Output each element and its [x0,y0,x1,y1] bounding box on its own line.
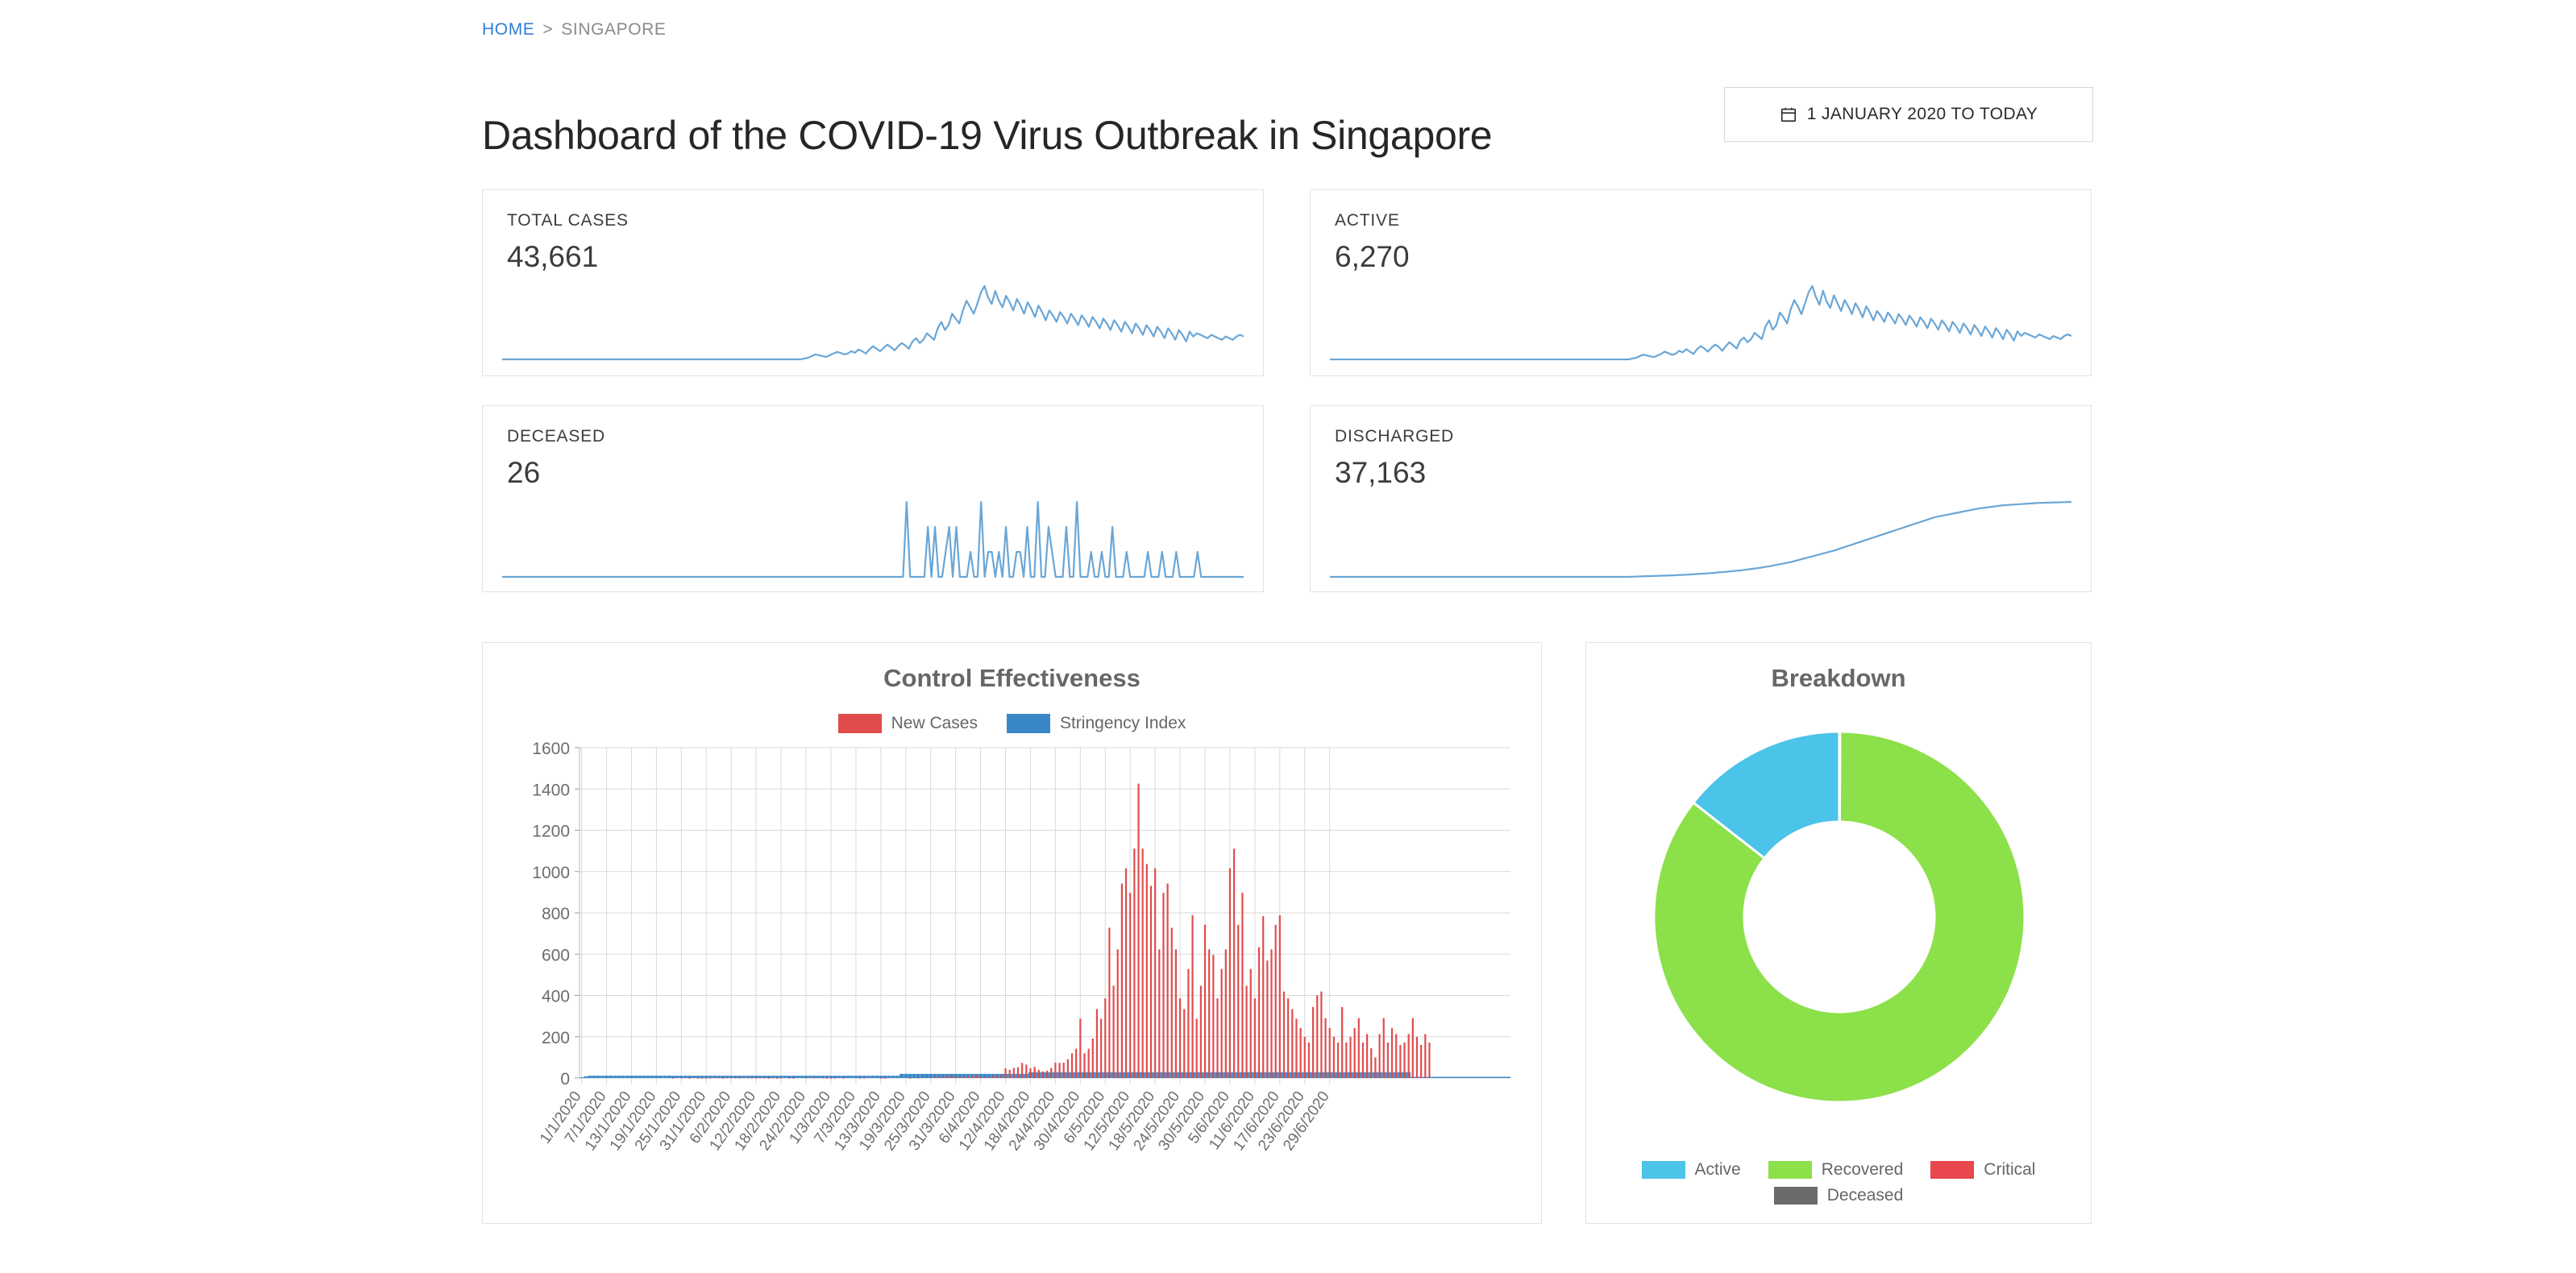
legend-item-active[interactable]: Active [1641,1160,1741,1180]
breadcrumb: HOME > SINGAPORE [482,20,667,39]
stat-card-total-cases[interactable]: TOTAL CASES 43,661 [482,189,1264,376]
breadcrumb-separator: > [542,20,554,39]
legend-label-recovered: Recovered [1821,1160,1904,1179]
page-title: Dashboard of the COVID-19 Virus Outbreak… [482,112,1493,158]
svg-text:0: 0 [560,1070,570,1088]
stat-label: DISCHARGED [1335,427,1455,446]
calendar-icon [1780,106,1797,123]
svg-text:200: 200 [542,1029,570,1047]
breadcrumb-home-link[interactable]: HOME [482,20,534,39]
svg-text:1000: 1000 [532,864,570,882]
control-effectiveness-title: Control Effectiveness [883,664,1141,692]
svg-text:1200: 1200 [532,823,570,841]
svg-text:1600: 1600 [532,740,570,758]
svg-text:800: 800 [542,905,570,923]
legend-swatch-stringency-index [1006,714,1050,733]
sparkline-active [1330,280,2071,364]
legend-label-new-cases: New Cases [891,714,978,732]
stat-label: DECEASED [507,427,605,446]
dashboard-page: HOME > SINGAPORE Dashboard of the COVID-19… [0,0,2576,1273]
legend-label-critical: Critical [1984,1160,2036,1179]
svg-text:1400: 1400 [532,781,570,799]
legend-swatch-recovered [1768,1161,1812,1179]
sparkline-discharged [1330,496,2071,580]
breadcrumb-current: SINGAPORE [561,20,667,39]
breakdown-title: Breakdown [1771,664,1906,692]
stat-card-deceased[interactable]: DECEASED 26 [482,405,1264,592]
donut-legend-row-1: Active Recovered Critical [1586,1160,2091,1180]
panel-breakdown: Breakdown Active Recovered Critical Dece… [1585,642,2092,1224]
stat-value: 37,163 [1335,456,1427,489]
stat-label: ACTIVE [1335,211,1400,230]
legend-swatch-critical [1930,1161,1975,1179]
stat-card-discharged[interactable]: DISCHARGED 37,163 [1310,405,2092,592]
legend-item-critical[interactable]: Critical [1930,1160,2035,1180]
breakdown-donut-chart [1586,691,2092,1142]
bar-chart-legend: New Cases Stringency Index [483,714,1541,733]
legend-item-stringency-index[interactable]: Stringency Index [1006,714,1186,733]
stat-value: 26 [507,456,541,489]
control-effectiveness-chart: 0 200 400 600 800 1000 1200 1400 1600 1/1/2020 7/1… [483,740,1543,1223]
legend-item-deceased[interactable]: Deceased [1773,1186,1904,1205]
date-range-button[interactable]: 1 JANUARY 2020 TO TODAY [1724,87,2093,142]
sparkline-total-cases [502,280,1244,364]
date-range-label: 1 JANUARY 2020 TO TODAY [1806,105,2038,123]
stat-value: 43,661 [507,240,599,273]
sparkline-deceased [502,496,1244,580]
donut-legend-row-2: Deceased [1586,1186,2091,1205]
legend-item-new-cases[interactable]: New Cases [837,714,978,733]
legend-item-recovered[interactable]: Recovered [1768,1160,1904,1180]
legend-label-stringency-index: Stringency Index [1059,714,1186,732]
stat-value: 6,270 [1335,240,1410,273]
legend-swatch-active [1641,1161,1685,1179]
legend-swatch-new-cases [837,714,882,733]
legend-label-active: Active [1694,1160,1741,1179]
stat-label: TOTAL CASES [507,211,629,230]
svg-text:600: 600 [542,946,570,964]
legend-swatch-deceased [1773,1187,1818,1205]
donut-legend: Active Recovered Critical Deceased [1586,1154,2091,1205]
svg-text:400: 400 [542,988,570,1006]
legend-label-deceased: Deceased [1826,1186,1904,1205]
panel-control-effectiveness: Control Effectiveness New Cases Stringen… [482,642,1542,1224]
stat-card-active[interactable]: ACTIVE 6,270 [1310,189,2092,376]
